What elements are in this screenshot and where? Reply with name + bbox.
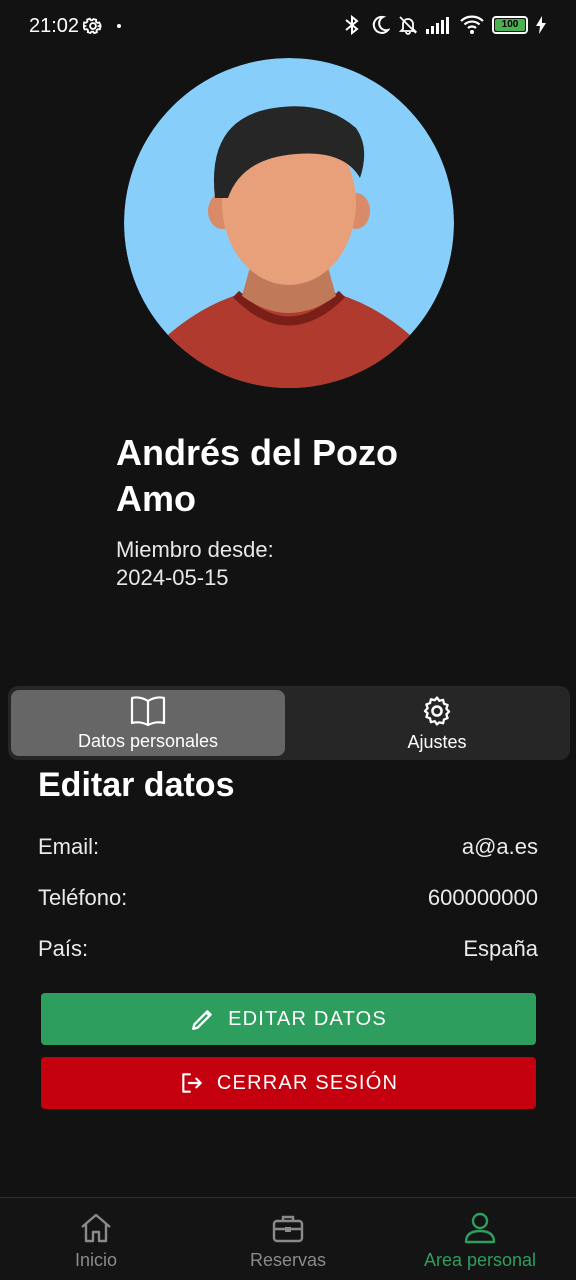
charging-icon bbox=[536, 16, 546, 34]
tab-label: Ajustes bbox=[407, 731, 467, 752]
email-value: a@a.es bbox=[461, 834, 538, 859]
book-icon bbox=[130, 695, 166, 726]
edit-data-label: EDITAR DATOS bbox=[228, 1007, 387, 1030]
logout-label: CERRAR SESIÓN bbox=[216, 1071, 399, 1094]
edit-section-title: Editar datos bbox=[38, 766, 235, 804]
profile-tabs: Datos personales Ajustes bbox=[8, 686, 570, 760]
email-label: Email: bbox=[38, 834, 100, 859]
nav-label: Inicio bbox=[74, 1250, 118, 1270]
bell-off-icon bbox=[398, 16, 418, 35]
phone-value: 600000000 bbox=[427, 885, 538, 910]
email-row: Email: a@a.es bbox=[38, 834, 538, 864]
profile-screen: 21:02 100 Andrés del Pozo Amo Miembro de… bbox=[0, 0, 576, 1280]
briefcase-icon bbox=[272, 1215, 304, 1243]
status-time: 21:02 bbox=[29, 15, 80, 37]
settings-icon bbox=[83, 17, 102, 35]
pencil-icon bbox=[192, 1010, 212, 1030]
avatar bbox=[124, 58, 454, 388]
country-row: País: España bbox=[38, 936, 538, 966]
member-since-date: 2024-05-15 bbox=[116, 565, 229, 590]
notification-dot bbox=[117, 24, 121, 28]
status-bar: 21:02 100 bbox=[0, 0, 576, 54]
tab-label: Datos personales bbox=[77, 730, 219, 751]
wifi-icon bbox=[460, 15, 484, 34]
nav-item-reservas[interactable]: Reservas bbox=[192, 1212, 384, 1271]
country-value: España bbox=[463, 936, 538, 961]
phone-label: Teléfono: bbox=[38, 885, 128, 910]
member-since-label: Miembro desde: bbox=[116, 537, 274, 562]
tab-datos-personales[interactable]: Datos personales bbox=[11, 690, 285, 756]
nav-label: Area personal bbox=[423, 1250, 537, 1270]
home-icon bbox=[81, 1213, 111, 1243]
nav-label: Reservas bbox=[249, 1250, 327, 1270]
battery-level: 100 bbox=[495, 19, 525, 31]
nav-item-inicio[interactable]: Inicio bbox=[0, 1212, 192, 1271]
edit-data-button[interactable]: EDITAR DATOS bbox=[41, 993, 536, 1045]
bottom-nav: Inicio Reservas Area personal bbox=[0, 1197, 576, 1280]
battery-icon: 100 bbox=[492, 16, 528, 34]
moon-icon bbox=[372, 15, 390, 34]
signal-icon bbox=[426, 17, 449, 34]
person-icon bbox=[464, 1212, 496, 1244]
profile-name: Andrés del Pozo Amo bbox=[116, 432, 399, 519]
nav-item-area-personal[interactable]: Area personal bbox=[384, 1212, 576, 1271]
logout-button[interactable]: CERRAR SESIÓN bbox=[41, 1057, 536, 1109]
status-icons: 100 bbox=[342, 14, 546, 36]
gear-icon bbox=[423, 695, 451, 726]
country-label: País: bbox=[38, 936, 89, 961]
logout-icon bbox=[182, 1073, 202, 1093]
phone-row: Teléfono: 600000000 bbox=[38, 885, 538, 915]
tab-ajustes[interactable]: Ajustes bbox=[300, 690, 574, 756]
bluetooth-icon bbox=[345, 14, 359, 36]
